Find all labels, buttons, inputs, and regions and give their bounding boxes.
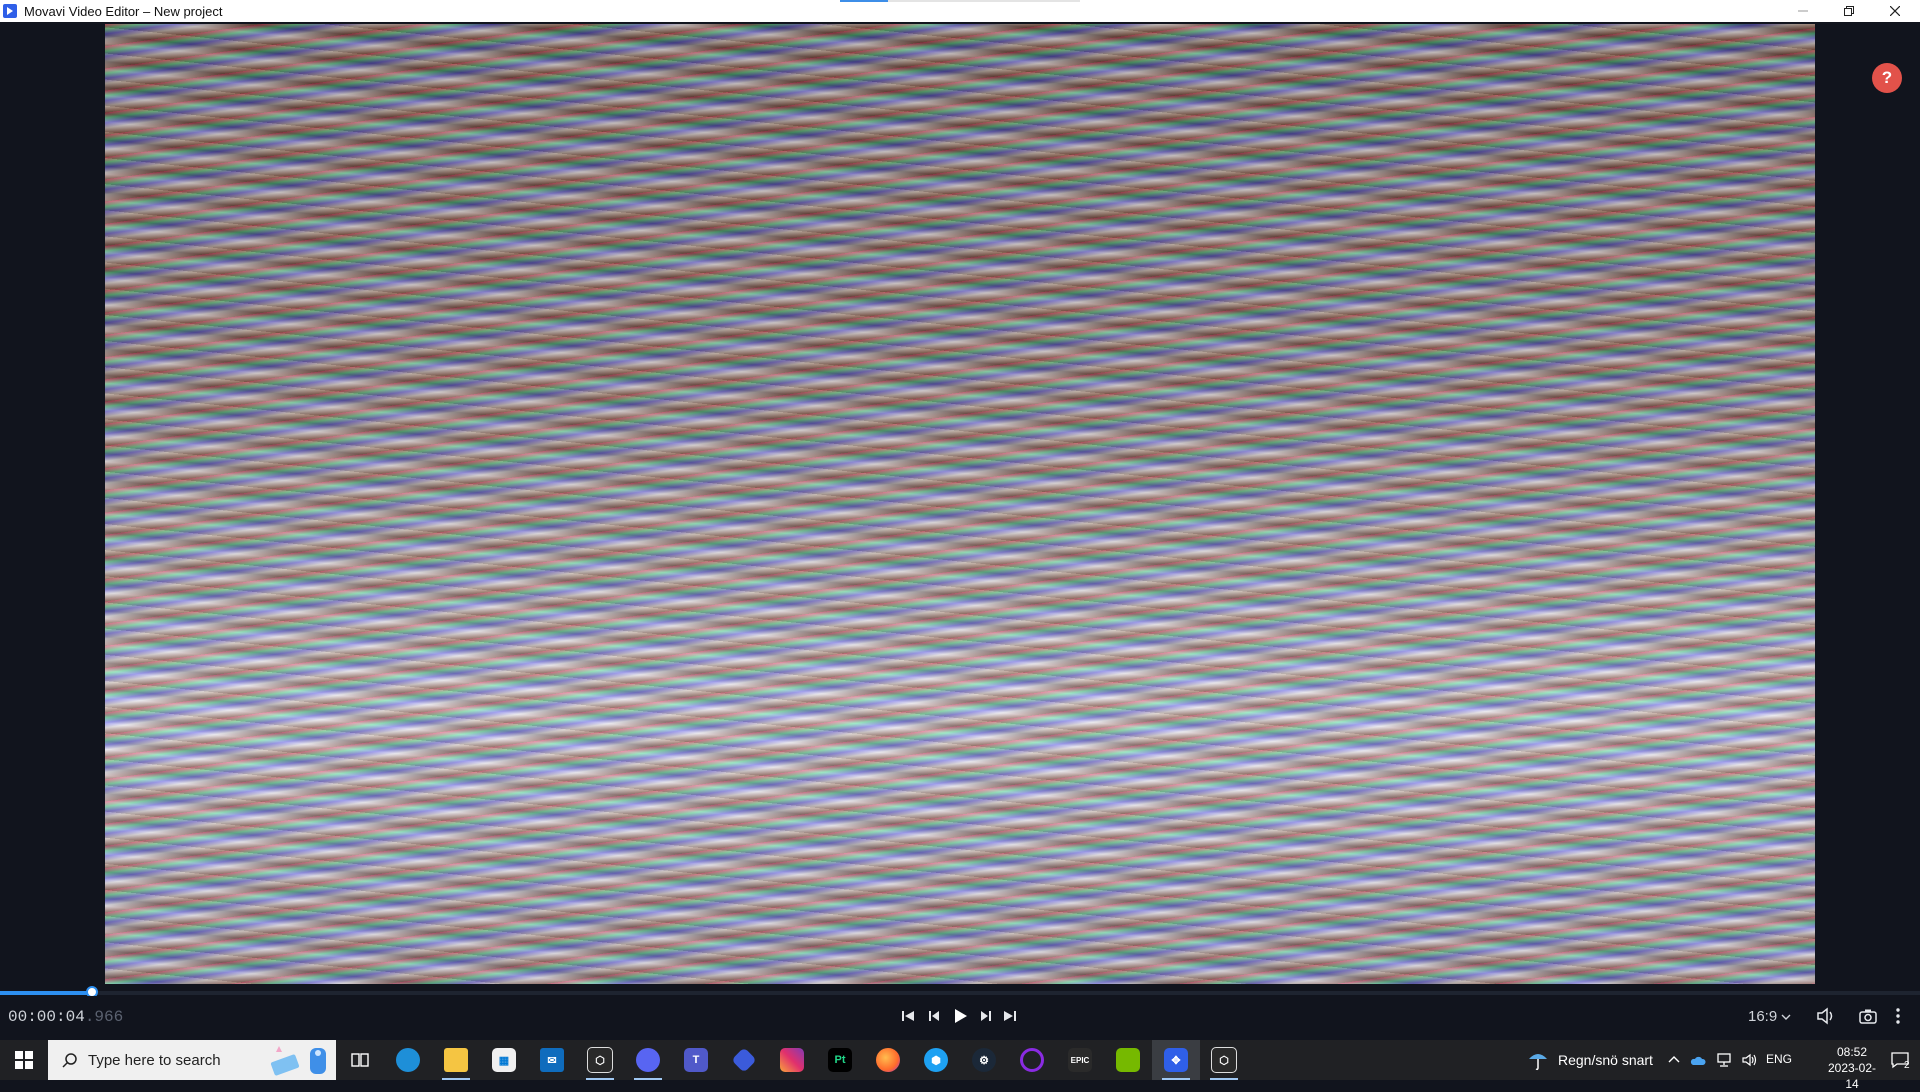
folder-icon: [444, 1048, 468, 1072]
windows-taskbar: Type here to search ▦ ✉ ⬡ T Pt ⬢ ⚙ EPIC …: [0, 1040, 1920, 1091]
aspect-ratio-value: 16:9: [1748, 1008, 1778, 1025]
movavi-app-icon: [3, 4, 17, 18]
volume-button[interactable]: [1814, 1004, 1838, 1028]
speaker-icon[interactable]: [1742, 1053, 1758, 1067]
pycharm-icon: Pt: [828, 1048, 852, 1072]
weather-text: Regn/snö snart: [1558, 1052, 1653, 1068]
playback-scrubber-track[interactable]: [0, 991, 1920, 995]
steam-icon: ⚙: [972, 1048, 996, 1072]
timecode: 00:00:04.966: [8, 1008, 123, 1026]
clock-time: 08:52: [1836, 1045, 1868, 1059]
video-frame[interactable]: [105, 24, 1815, 984]
taskbar-discord[interactable]: [624, 1040, 672, 1080]
hexagon-app-icon: [731, 1047, 757, 1073]
onedrive-cloud-icon[interactable]: [1690, 1054, 1706, 1066]
taskbar-app-shield[interactable]: ⬢: [912, 1040, 960, 1080]
taskbar-edge[interactable]: [384, 1040, 432, 1080]
search-placeholder: Type here to search: [88, 1051, 221, 1069]
windows-logo-icon: [15, 1051, 33, 1069]
player-controls: 00:00:04.966 16:9: [0, 996, 1920, 1038]
taskbar-steam[interactable]: ⚙: [960, 1040, 1008, 1080]
title-bar: Movavi Video Editor – New project: [0, 0, 1920, 22]
ring-app-icon: [1020, 1048, 1044, 1072]
movavi-icon: ✥: [1164, 1048, 1188, 1072]
timecode-ms: .966: [84, 1008, 124, 1026]
taskbar-epic-games[interactable]: EPIC: [1056, 1040, 1104, 1080]
weather-rain-icon: [1529, 1054, 1547, 1071]
more-options-button[interactable]: [1886, 1004, 1910, 1028]
nvidia-icon: [1116, 1048, 1140, 1072]
task-view-icon: [351, 1053, 369, 1067]
close-button[interactable]: [1872, 0, 1918, 22]
store-icon: ▦: [492, 1048, 516, 1072]
chevron-down-icon: [1781, 1014, 1791, 1020]
taskbar-firefox[interactable]: [864, 1040, 912, 1080]
restore-button[interactable]: [1826, 0, 1872, 22]
discord-icon: [636, 1048, 660, 1072]
weather-widget[interactable]: Regn/snö snart: [1526, 1040, 1653, 1080]
network-icon[interactable]: [1716, 1053, 1732, 1067]
teams-icon: T: [684, 1048, 708, 1072]
skip-to-start-button[interactable]: [896, 1004, 920, 1028]
previous-frame-icon: [929, 1011, 939, 1021]
taskbar-nvidia[interactable]: [1104, 1040, 1152, 1080]
taskbar-app-hexagon[interactable]: [720, 1040, 768, 1080]
preview-area: ?: [0, 22, 1920, 989]
taskbar-movavi[interactable]: ✥: [1152, 1040, 1200, 1080]
chevron-up-icon[interactable]: [1668, 1054, 1680, 1066]
clock-date: 2023-02-14: [1827, 1061, 1877, 1091]
taskbar-teams[interactable]: T: [672, 1040, 720, 1080]
start-button[interactable]: [0, 1040, 48, 1080]
epic-games-icon: EPIC: [1068, 1048, 1092, 1072]
taskbar-store[interactable]: ▦: [480, 1040, 528, 1080]
taskbar-search-box[interactable]: Type here to search: [48, 1040, 336, 1080]
unity-icon: ⬡: [1211, 1047, 1237, 1073]
taskbar-unity-hub[interactable]: ⬡: [576, 1040, 624, 1080]
next-frame-button[interactable]: [974, 1004, 998, 1028]
skip-start-icon: [902, 1011, 914, 1021]
shield-app-icon: ⬢: [924, 1048, 948, 1072]
previous-frame-button[interactable]: [922, 1004, 946, 1028]
kebab-menu-icon: [1896, 1008, 1900, 1024]
taskbar-task-view[interactable]: [336, 1040, 384, 1080]
snapshot-button[interactable]: [1856, 1004, 1880, 1028]
playback-progress-fill: [0, 991, 93, 995]
notification-center-button[interactable]: 2: [1880, 1040, 1920, 1080]
play-icon: [955, 1009, 967, 1023]
volume-icon: [1817, 1007, 1833, 1025]
play-button[interactable]: [948, 1004, 972, 1028]
skip-end-icon: [1004, 1011, 1016, 1021]
window-title: Movavi Video Editor – New project: [24, 3, 223, 19]
next-frame-icon: [981, 1011, 991, 1021]
unity-hub-icon: ⬡: [587, 1047, 613, 1073]
taskbar-clock[interactable]: 08:52 2023-02-14: [1822, 1044, 1882, 1092]
language-indicator[interactable]: ENG: [1766, 1052, 1792, 1066]
title-progress-fill: [840, 0, 888, 2]
system-tray: [1668, 1040, 1758, 1080]
camera-icon: [1859, 1009, 1877, 1024]
taskbar-mail[interactable]: ✉: [528, 1040, 576, 1080]
minimize-button[interactable]: [1780, 0, 1826, 22]
edge-icon: [396, 1048, 420, 1072]
taskbar-pycharm[interactable]: Pt: [816, 1040, 864, 1080]
skip-to-end-button[interactable]: [998, 1004, 1022, 1028]
timecode-main: 00:00:04: [8, 1008, 85, 1026]
search-highlight-illustration-icon: [270, 1046, 326, 1076]
instagram-icon: [780, 1048, 804, 1072]
aspect-ratio-dropdown[interactable]: 16:9: [1748, 1008, 1791, 1025]
taskbar-unity[interactable]: ⬡: [1200, 1040, 1248, 1080]
search-icon: [62, 1053, 77, 1068]
mail-icon: ✉: [540, 1048, 564, 1072]
taskbar-file-explorer[interactable]: [432, 1040, 480, 1080]
taskbar-app-ring[interactable]: [1008, 1040, 1056, 1080]
help-button[interactable]: ?: [1872, 63, 1902, 93]
firefox-icon: [876, 1048, 900, 1072]
taskbar-instagram[interactable]: [768, 1040, 816, 1080]
notification-count: 2: [1904, 1060, 1910, 1071]
